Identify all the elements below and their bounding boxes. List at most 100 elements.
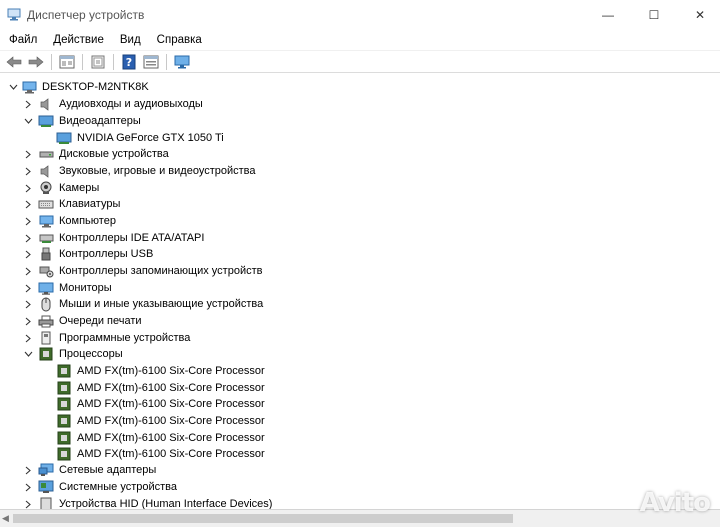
tree-item-cpu[interactable]: AMD FX(tm)-6100 Six-Core Processor bbox=[0, 396, 700, 413]
computer-icon bbox=[21, 80, 37, 94]
device-properties-icon[interactable] bbox=[57, 53, 77, 71]
chevron-down-icon[interactable] bbox=[8, 80, 18, 94]
tree-item-disks[interactable]: Дисковые устройства bbox=[0, 146, 700, 163]
disk-drive-icon bbox=[38, 147, 54, 161]
tree-item-sound[interactable]: Звуковые, игровые и видеоустройства bbox=[0, 163, 700, 180]
cpu-icon bbox=[56, 381, 72, 395]
chevron-right-icon[interactable] bbox=[23, 147, 33, 161]
tree-item-cpu[interactable]: AMD FX(tm)-6100 Six-Core Processor bbox=[0, 363, 700, 380]
tree-item-label: Аудиовходы и аудиовыходы bbox=[59, 98, 203, 111]
chevron-right-icon[interactable] bbox=[23, 181, 33, 195]
tree-item-cpu[interactable]: AMD FX(tm)-6100 Six-Core Processor bbox=[0, 380, 700, 397]
chevron-right-icon[interactable] bbox=[23, 97, 33, 111]
tree-root[interactable]: DESKTOP-M2NTK8K bbox=[0, 79, 700, 96]
cpu-icon bbox=[56, 431, 72, 445]
chevron-right-icon[interactable] bbox=[23, 264, 33, 278]
storage-controller-icon bbox=[38, 264, 54, 278]
usb-icon bbox=[38, 247, 54, 261]
tree-item-label: Камеры bbox=[59, 182, 100, 195]
chevron-right-icon[interactable] bbox=[23, 281, 33, 295]
speaker-icon bbox=[38, 164, 54, 178]
tree-item-keyboards[interactable]: Клавиатуры bbox=[0, 196, 700, 213]
tree-item-mice[interactable]: Мыши и иные указывающие устройства bbox=[0, 296, 700, 313]
tree-item-monitors[interactable]: Мониторы bbox=[0, 280, 700, 297]
cpu-icon bbox=[56, 414, 72, 428]
scrollbar-thumb[interactable] bbox=[13, 514, 513, 523]
tree-item-storage[interactable]: Контроллеры запоминающих устройств bbox=[0, 263, 700, 280]
tree-item-cameras[interactable]: Камеры bbox=[0, 180, 700, 197]
tree-item-hid[interactable]: Устройства HID (Human Interface Devices) bbox=[0, 496, 700, 509]
computer-icon bbox=[38, 214, 54, 228]
horizontal-scrollbar[interactable]: ◀ bbox=[0, 509, 720, 527]
tree-item-audio-io[interactable]: Аудиовходы и аудиовыходы bbox=[0, 96, 700, 113]
toolbar-separator bbox=[82, 53, 83, 70]
chevron-right-icon[interactable] bbox=[23, 314, 33, 328]
tree-item-computer[interactable]: Компьютер bbox=[0, 213, 700, 230]
tree-item-network[interactable]: Сетевые адаптеры bbox=[0, 462, 700, 479]
menu-action[interactable]: Действие bbox=[45, 30, 112, 50]
tree-item-label: AMD FX(tm)-6100 Six-Core Processor bbox=[77, 398, 265, 411]
cpu-icon bbox=[56, 447, 72, 461]
tree-item-print-queues[interactable]: Очереди печати bbox=[0, 313, 700, 330]
forward-arrow-icon[interactable] bbox=[26, 53, 46, 71]
update-driver-icon[interactable] bbox=[88, 53, 108, 71]
tree-item-label: Компьютер bbox=[59, 215, 116, 228]
tree-item-video[interactable]: Видеоадаптеры bbox=[0, 113, 700, 130]
chevron-right-icon[interactable] bbox=[23, 497, 33, 509]
printer-icon bbox=[38, 314, 54, 328]
chevron-right-icon[interactable] bbox=[23, 297, 33, 311]
display-adapter-icon bbox=[56, 131, 72, 145]
chevron-right-icon[interactable] bbox=[23, 247, 33, 261]
tree-item-usb[interactable]: Контроллеры USB bbox=[0, 246, 700, 263]
toolbar-separator bbox=[51, 53, 52, 70]
chevron-right-icon[interactable] bbox=[23, 331, 33, 345]
back-arrow-icon[interactable] bbox=[4, 53, 24, 71]
svg-text:?: ? bbox=[126, 56, 132, 69]
webcam-icon bbox=[38, 181, 54, 195]
minimize-button[interactable]: — bbox=[585, 0, 631, 30]
chevron-right-icon[interactable] bbox=[23, 231, 33, 245]
tree-item-gpu[interactable]: NVIDIA GeForce GTX 1050 Ti bbox=[0, 130, 700, 147]
menu-help[interactable]: Справка bbox=[149, 30, 210, 50]
tree-item-label: AMD FX(tm)-6100 Six-Core Processor bbox=[77, 382, 265, 395]
help-icon[interactable]: ? bbox=[119, 53, 139, 71]
tree-item-cpu[interactable]: AMD FX(tm)-6100 Six-Core Processor bbox=[0, 413, 700, 430]
tree-root-label: DESKTOP-M2NTK8K bbox=[42, 81, 149, 94]
view-resources-icon[interactable] bbox=[141, 53, 161, 71]
maximize-button[interactable]: ☐ bbox=[631, 0, 677, 30]
tree-item-software[interactable]: Программные устройства bbox=[0, 330, 700, 347]
tree-item-cpu[interactable]: AMD FX(tm)-6100 Six-Core Processor bbox=[0, 446, 700, 463]
tree-item-label: Программные устройства bbox=[59, 332, 191, 345]
tree-item-label: Дисковые устройства bbox=[59, 148, 169, 161]
tree-item-label: Системные устройства bbox=[59, 481, 178, 494]
tree-item-cpu[interactable]: AMD FX(tm)-6100 Six-Core Processor bbox=[0, 430, 700, 447]
chevron-right-icon[interactable] bbox=[23, 197, 33, 211]
tree-item-label: Сетевые адаптеры bbox=[59, 464, 157, 477]
tree-item-label: Контроллеры запоминающих устройств bbox=[59, 265, 263, 278]
tree-item-label: AMD FX(tm)-6100 Six-Core Processor bbox=[77, 415, 265, 428]
scan-hardware-icon[interactable] bbox=[172, 53, 192, 71]
chevron-right-icon[interactable] bbox=[23, 214, 33, 228]
tree-item-label: Мыши и иные указывающие устройства bbox=[59, 298, 264, 311]
chevron-down-icon[interactable] bbox=[23, 114, 33, 128]
chevron-right-icon[interactable] bbox=[23, 164, 33, 178]
tree-item-label: Процессоры bbox=[59, 348, 123, 361]
keyboard-icon bbox=[38, 197, 54, 211]
scrollbar-track[interactable]: ◀ bbox=[0, 510, 720, 527]
mouse-icon bbox=[38, 297, 54, 312]
window-title: Диспетчер устройств bbox=[27, 8, 145, 22]
tree-item-system[interactable]: Системные устройства bbox=[0, 479, 700, 496]
tree-item-ide[interactable]: Контроллеры IDE ATA/ATAPI bbox=[0, 230, 700, 247]
menu-file[interactable]: Файл bbox=[0, 30, 45, 50]
chevron-right-icon[interactable] bbox=[23, 463, 33, 477]
menu-view[interactable]: Вид bbox=[112, 30, 149, 50]
close-button[interactable]: ✕ bbox=[677, 0, 720, 30]
chevron-right-icon[interactable] bbox=[23, 480, 33, 494]
scroll-left-arrow-icon[interactable]: ◀ bbox=[2, 513, 9, 524]
tree-item-label: Клавиатуры bbox=[59, 198, 121, 211]
cpu-icon bbox=[38, 347, 54, 361]
chevron-down-icon[interactable] bbox=[23, 347, 33, 361]
tree-item-processors[interactable]: Процессоры bbox=[0, 346, 700, 363]
system-devices-icon bbox=[38, 480, 54, 494]
tree-item-label: NVIDIA GeForce GTX 1050 Ti bbox=[77, 132, 224, 145]
